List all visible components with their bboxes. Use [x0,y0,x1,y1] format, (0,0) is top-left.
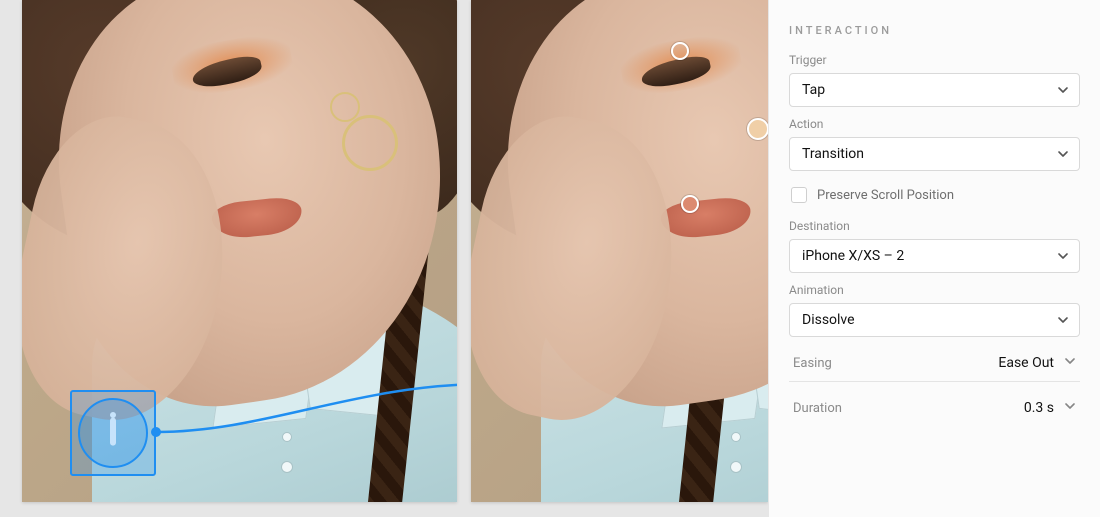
destination-field: Destination iPhone X/XS – 2 [789,219,1080,273]
chevron-down-icon [1064,400,1076,416]
easing-row[interactable]: Easing Ease Out [789,347,1080,382]
selected-hotspot[interactable] [70,390,156,476]
action-field: Action Transition [789,117,1080,171]
artboard-destination[interactable] [471,0,768,502]
portrait-earring-large [342,115,398,171]
app-root: INTERACTION Trigger Tap Action Transitio… [0,0,1100,517]
action-label: Action [789,117,1080,131]
animation-label: Animation [789,283,1080,297]
trigger-label: Trigger [789,53,1080,67]
action-select[interactable]: Transition [789,137,1080,171]
animation-value: Dissolve [802,312,855,328]
info-icon-dot [110,412,116,418]
destination-value: iPhone X/XS – 2 [802,248,904,264]
easing-value: Ease Out [998,355,1054,371]
duration-value: 0.3 s [1024,400,1054,416]
easing-label: Easing [793,356,832,371]
preserve-scroll-label: Preserve Scroll Position [817,188,954,203]
animation-field: Animation Dissolve [789,283,1080,337]
portrait-shirt-buttons [282,432,292,442]
interaction-panel: INTERACTION Trigger Tap Action Transitio… [768,0,1100,517]
portrait-earring-small [330,92,360,122]
chevron-down-icon [1057,148,1069,160]
info-icon-stem [110,418,116,446]
action-value: Transition [802,146,864,162]
trigger-select[interactable]: Tap [789,73,1080,107]
chevron-down-icon [1057,84,1069,96]
panel-title: INTERACTION [789,24,1080,37]
chevron-down-icon [1057,314,1069,326]
hotspot-marker[interactable] [747,118,768,140]
animation-select[interactable]: Dissolve [789,303,1080,337]
trigger-field: Trigger Tap [789,53,1080,107]
chevron-down-icon [1064,355,1076,371]
destination-label: Destination [789,219,1080,233]
trigger-value: Tap [802,82,825,98]
artboard-source[interactable] [22,0,457,502]
preserve-scroll-checkbox[interactable] [791,187,807,203]
destination-select[interactable]: iPhone X/XS – 2 [789,239,1080,273]
prototype-canvas[interactable] [0,0,768,517]
preserve-scroll-row[interactable]: Preserve Scroll Position [789,181,1080,209]
chevron-down-icon [1057,250,1069,262]
duration-label: Duration [793,401,842,416]
duration-row[interactable]: Duration 0.3 s [789,392,1080,416]
